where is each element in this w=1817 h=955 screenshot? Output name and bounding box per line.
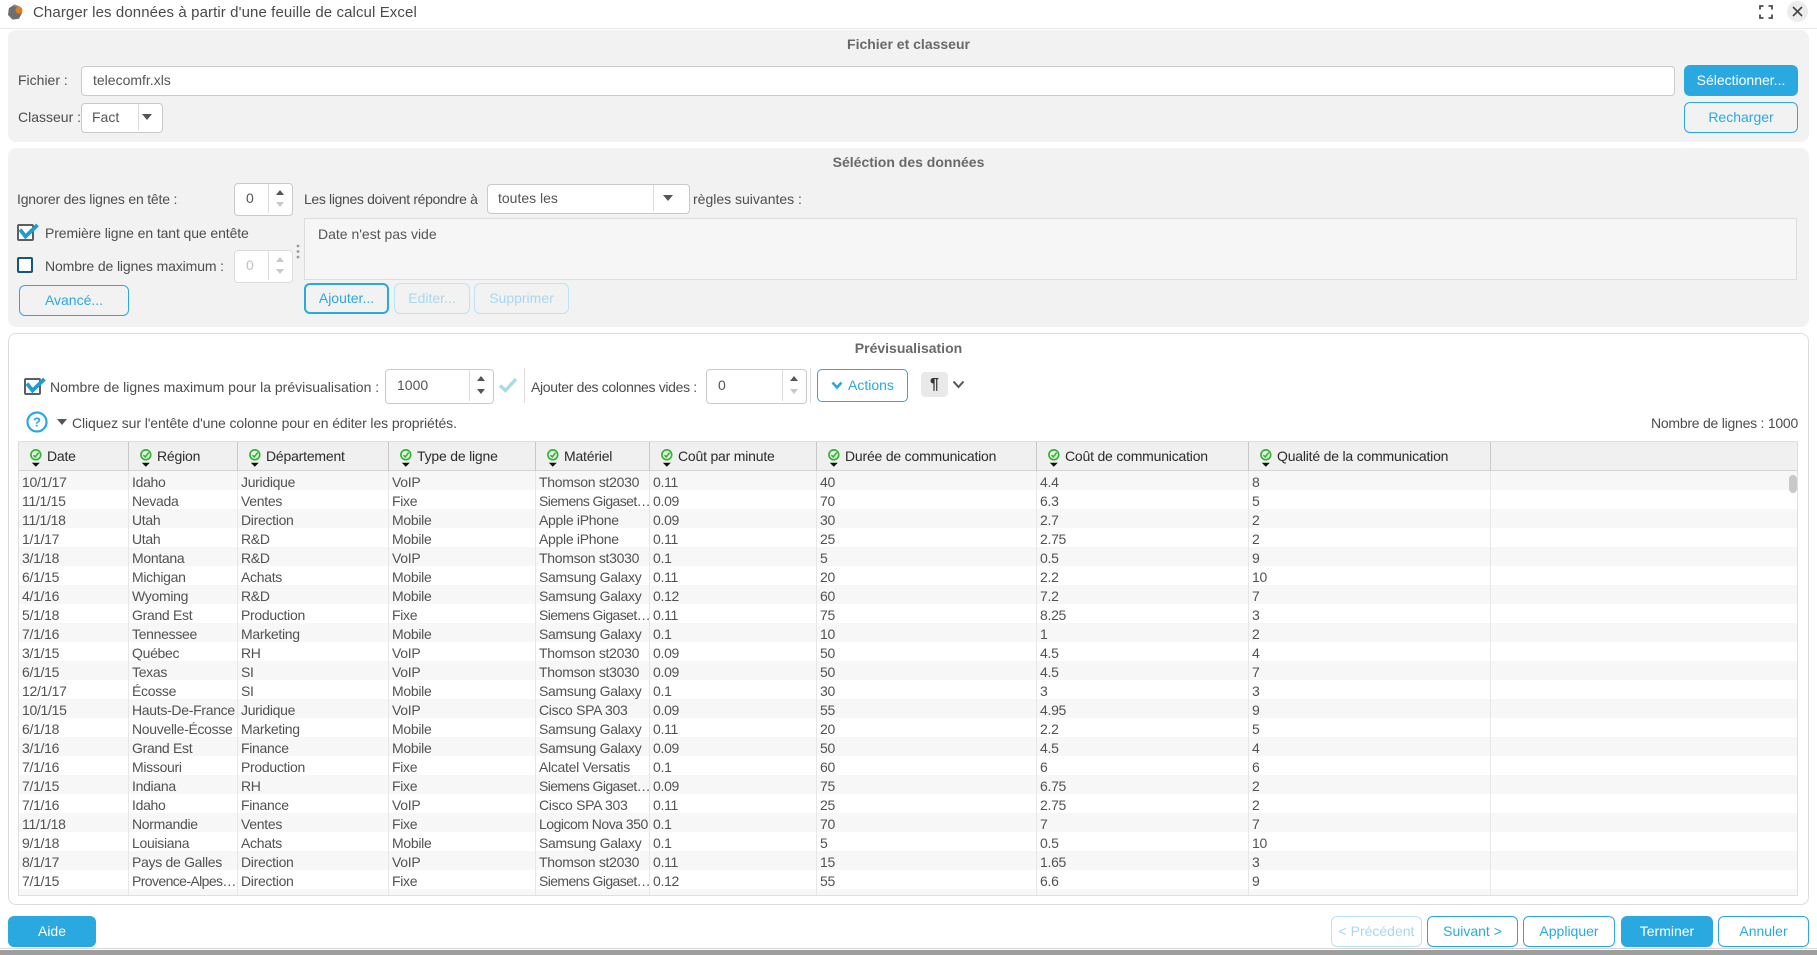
svg-text:?: ? — [33, 415, 41, 430]
